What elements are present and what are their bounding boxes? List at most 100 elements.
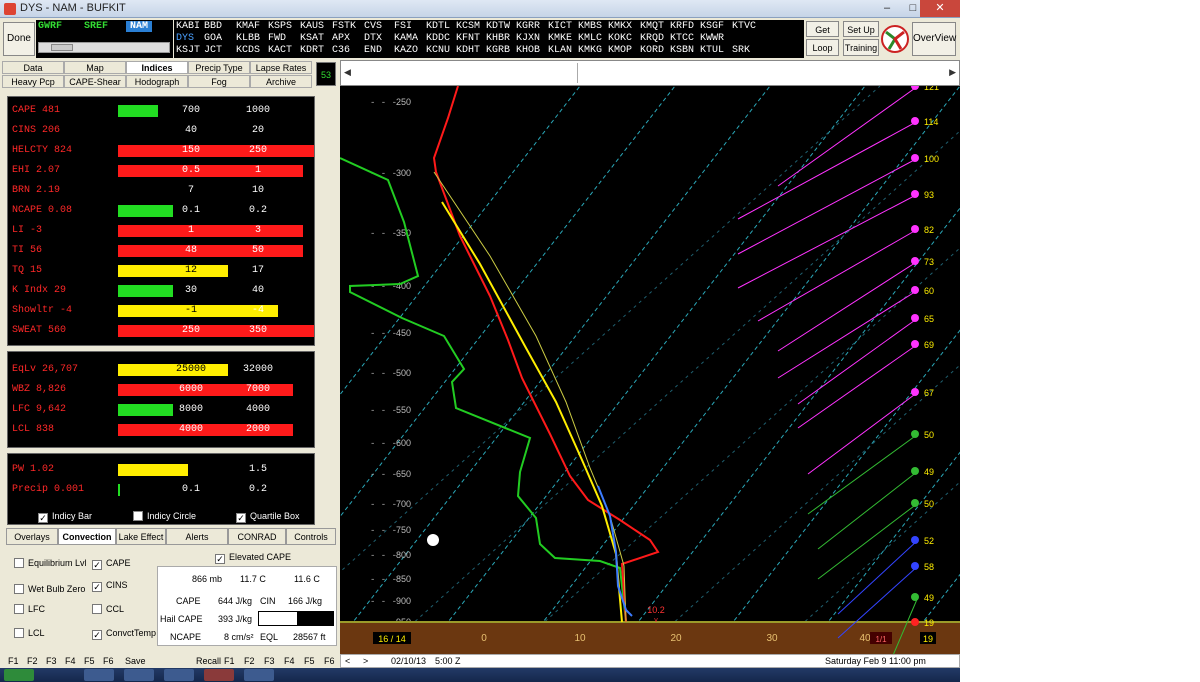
station-kcsm[interactable]: KCSM: [456, 21, 480, 33]
station-ktcc[interactable]: KTCC: [670, 33, 694, 45]
fkey-right-5[interactable]: F5: [304, 656, 315, 666]
station-ksjt[interactable]: KSJT: [176, 45, 200, 57]
station-kabi[interactable]: KABI: [176, 21, 200, 33]
skewt-sounding-chart[interactable]: - - -250- - -300- - -350- - -400- - -450…: [159, 82, 960, 668]
station-kgrb[interactable]: KGRB: [486, 45, 510, 57]
station-kact[interactable]: KACT: [268, 45, 292, 57]
set-up-button[interactable]: Set Up: [843, 21, 879, 37]
station-kmbs[interactable]: KMBS: [578, 21, 602, 33]
tab-controls[interactable]: Controls: [286, 528, 336, 545]
tab-indices[interactable]: Indices: [126, 61, 188, 74]
station-kazo[interactable]: KAZO: [394, 45, 418, 57]
model-scrollbar[interactable]: [38, 42, 170, 53]
cursor-marker[interactable]: [427, 534, 439, 546]
tab-lapse-rates[interactable]: Lapse Rates: [250, 61, 312, 74]
station-cvs[interactable]: CVS: [364, 21, 382, 33]
taskbar-app-icon[interactable]: [124, 669, 154, 681]
tab-overlays[interactable]: Overlays: [6, 528, 58, 545]
station-krqd[interactable]: KRQD: [640, 33, 664, 45]
loop-button[interactable]: Loop: [806, 39, 839, 56]
start-icon[interactable]: [4, 669, 34, 681]
station-kmke[interactable]: KMKE: [548, 33, 572, 45]
time-slider-bar[interactable]: ◀ ▶: [340, 60, 960, 86]
station-ksgf[interactable]: KSGF: [700, 21, 724, 33]
fkey-right-1[interactable]: F1: [224, 656, 235, 666]
taskbar-app-icon[interactable]: [244, 669, 274, 681]
option-ccl[interactable]: CCL: [92, 604, 124, 614]
minimize-button[interactable]: –: [874, 0, 900, 17]
station-dtx[interactable]: DTX: [364, 33, 382, 45]
save-button[interactable]: Save: [125, 656, 146, 666]
station-c36[interactable]: C36: [332, 45, 350, 57]
station-krfd[interactable]: KRFD: [670, 21, 694, 33]
option-equilibrium-lvl[interactable]: Equilibrium Lvl: [14, 558, 87, 568]
station-kdrt[interactable]: KDRT: [300, 45, 324, 57]
station-kaus[interactable]: KAUS: [300, 21, 324, 33]
station-kdtw[interactable]: KDTW: [486, 21, 510, 33]
fkey-right-4[interactable]: F4: [284, 656, 295, 666]
station-kokc[interactable]: KOKC: [608, 33, 632, 45]
tab-map[interactable]: Map: [64, 61, 126, 74]
model-nam[interactable]: NAM: [126, 21, 153, 32]
station-khob[interactable]: KHOB: [516, 45, 540, 57]
fkey-right-2[interactable]: F2: [244, 656, 255, 666]
fkey-left-6[interactable]: F6: [103, 656, 114, 666]
station-kcnu[interactable]: KCNU: [426, 45, 450, 57]
station-ktul[interactable]: KTUL: [700, 45, 724, 57]
station-kama[interactable]: KAMA: [394, 33, 418, 45]
station-kmkg[interactable]: KMKG: [578, 45, 602, 57]
station-fstk[interactable]: FSTK: [332, 21, 356, 33]
fkey-left-1[interactable]: F1: [8, 656, 19, 666]
station-kdht[interactable]: KDHT: [456, 45, 480, 57]
taskbar-app-icon[interactable]: [204, 669, 234, 681]
station-khbr[interactable]: KHBR: [486, 33, 510, 45]
tab-convection[interactable]: Convection: [58, 528, 116, 545]
station-kmqt[interactable]: KMQT: [640, 21, 664, 33]
tab-alerts[interactable]: Alerts: [166, 528, 228, 545]
model-gwrf[interactable]: GWRF: [38, 21, 62, 32]
option-lcl[interactable]: LCL: [14, 628, 45, 638]
station-kmop[interactable]: KMOP: [608, 45, 632, 57]
quartile-box-check[interactable]: ✓ Quartile Box: [236, 511, 300, 523]
station-kord[interactable]: KORD: [640, 45, 664, 57]
close-button[interactable]: ✕: [920, 0, 960, 17]
station-kmkx[interactable]: KMKX: [608, 21, 632, 33]
arrow-right-icon[interactable]: ▶: [949, 67, 956, 78]
fkey-right-3[interactable]: F3: [264, 656, 275, 666]
tab-data[interactable]: Data: [2, 61, 64, 74]
station-apx[interactable]: APX: [332, 33, 350, 45]
prev-arrow-icon[interactable]: <: [345, 656, 350, 666]
station-kmaf[interactable]: KMAF: [236, 21, 260, 33]
indicy-circle-check[interactable]: Indicy Circle: [133, 511, 196, 521]
station-kjxn[interactable]: KJXN: [516, 33, 540, 45]
station-ksbn[interactable]: KSBN: [670, 45, 694, 57]
tab-precip-type[interactable]: Precip Type: [188, 61, 250, 74]
station-ksat[interactable]: KSAT: [300, 33, 324, 45]
tab-cape-shear[interactable]: CAPE-Shear: [64, 75, 126, 88]
arrow-left-icon[interactable]: ◀: [344, 67, 351, 78]
get-data-button[interactable]: Get Data: [806, 21, 839, 51]
station-kgrr[interactable]: KGRR: [516, 21, 540, 33]
elevated-cape-check[interactable]: ✓ Elevated CAPE: [215, 552, 291, 564]
model-sref[interactable]: SREF: [84, 21, 108, 32]
station-ksps[interactable]: KSPS: [268, 21, 292, 33]
station-kddc[interactable]: KDDC: [426, 33, 450, 45]
tab-conrad[interactable]: CONRAD: [228, 528, 286, 545]
overview-button[interactable]: OverView: [912, 22, 956, 56]
done-button[interactable]: Done: [3, 22, 35, 56]
station-kdtl[interactable]: KDTL: [426, 21, 450, 33]
fkey-left-5[interactable]: F5: [84, 656, 95, 666]
training-button[interactable]: Training: [843, 39, 879, 56]
tab-fog[interactable]: Fog: [188, 75, 250, 88]
station-kfnt[interactable]: KFNT: [456, 33, 480, 45]
option-cins[interactable]: ✓ CINS: [92, 580, 128, 592]
next-arrow-icon[interactable]: >: [363, 656, 368, 666]
station-klbb[interactable]: KLBB: [236, 33, 260, 45]
option-lfc[interactable]: LFC: [14, 604, 45, 614]
station-kmlc[interactable]: KMLC: [578, 33, 602, 45]
option-convcttemp[interactable]: ✓ ConvctTemp: [92, 628, 156, 640]
fkey-right-6[interactable]: F6: [324, 656, 335, 666]
station-kwwr[interactable]: KWWR: [700, 33, 724, 45]
tab-archive[interactable]: Archive: [250, 75, 312, 88]
station-bbd[interactable]: BBD: [204, 21, 222, 33]
